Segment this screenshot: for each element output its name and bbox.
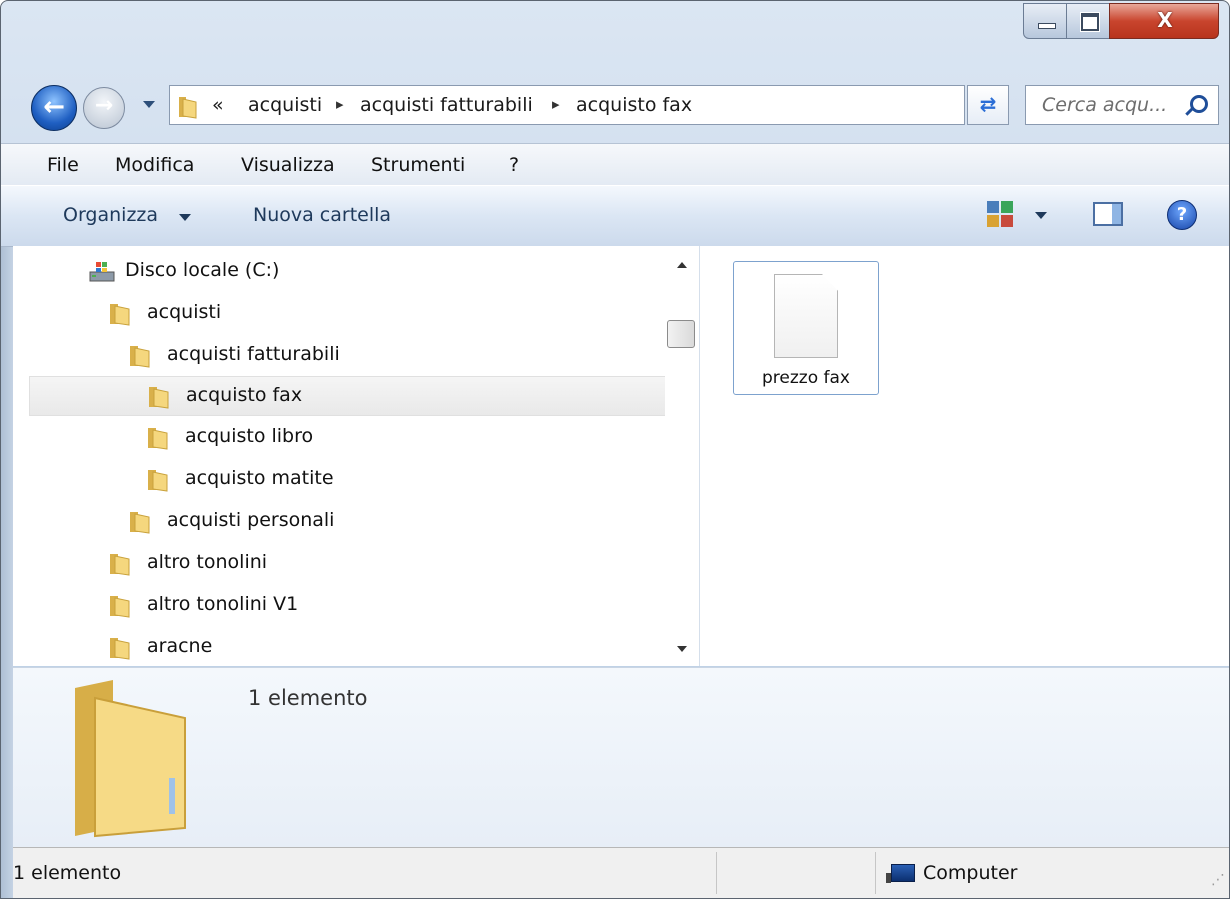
tree-item-acquisto-fax[interactable]: acquisto fax <box>29 376 674 416</box>
tree-item-label: acquisto libro <box>185 425 314 447</box>
help-icon[interactable]: ? <box>1167 200 1197 230</box>
folder-icon <box>148 470 168 492</box>
back-button[interactable]: ← <box>31 85 77 131</box>
search-icon[interactable] <box>1190 95 1208 113</box>
file-name: prezzo fax <box>762 368 850 388</box>
organize-button[interactable]: Organizza <box>63 204 158 226</box>
folder-icon <box>130 512 150 534</box>
status-bar: 1 elemento Computer ⋰ <box>13 847 1229 898</box>
refresh-button[interactable]: ⇄ <box>967 85 1009 125</box>
folder-icon <box>110 596 130 618</box>
close-icon: X <box>1157 8 1173 32</box>
folder-icon <box>110 304 130 326</box>
forward-button[interactable]: → <box>83 87 125 129</box>
file-item-prezzo-fax[interactable]: prezzo fax <box>733 261 879 395</box>
refresh-icon: ⇄ <box>979 92 997 116</box>
crumb-acquisti[interactable]: acquisti <box>248 94 322 116</box>
search-box[interactable]: Cerca acqu... <box>1025 85 1219 125</box>
title-bar[interactable]: X ← → « acquisti ▸ acquisti fatturabili … <box>1 1 1229 131</box>
tree-item-acquisti-personali[interactable]: acquisti personali <box>29 502 674 542</box>
tree-item-acquisti-fatturabili[interactable]: acquisti fatturabili <box>29 336 674 376</box>
status-item-count: 1 elemento <box>13 862 122 884</box>
tree-item-acquisti[interactable]: acquisti <box>29 294 674 334</box>
tree-item-label: Disco locale (C:) <box>125 259 280 281</box>
tree-item-acquisto-libro[interactable]: acquisto libro <box>29 418 674 458</box>
file-list-pane[interactable]: prezzo fax <box>700 246 1229 666</box>
folder-icon <box>130 346 150 368</box>
window-frame <box>1 143 13 898</box>
crumb-separator[interactable]: ▸ <box>552 95 560 113</box>
menu-modifica[interactable]: Modifica <box>115 154 194 176</box>
crumb-acquisto-fax[interactable]: acquisto fax <box>576 94 692 116</box>
tree-item-label: acquisti <box>147 301 222 323</box>
tree-item-label: acquisto fax <box>186 384 303 406</box>
explorer-window: X ← → « acquisti ▸ acquisti fatturabili … <box>0 0 1230 899</box>
tree-item-label: acquisti fatturabili <box>167 343 340 365</box>
tree-item-altro-tonolini-v1[interactable]: altro tonolini V1 <box>29 586 674 626</box>
menu-help[interactable]: ? <box>509 154 519 176</box>
address-bar[interactable]: « acquisti ▸ acquisti fatturabili ▸ acqu… <box>169 85 1116 125</box>
tree-item-altro-tonolini[interactable]: altro tonolini <box>29 544 674 584</box>
menu-visualizza[interactable]: Visualizza <box>241 154 335 176</box>
view-dropdown-icon[interactable] <box>1035 212 1047 219</box>
tree-item-label: acquisto matite <box>185 467 334 489</box>
maximize-button[interactable] <box>1066 3 1110 39</box>
crumb-separator[interactable]: ▸ <box>336 95 344 113</box>
minimize-icon <box>1038 23 1056 29</box>
new-folder-button[interactable]: Nuova cartella <box>253 204 391 226</box>
computer-icon <box>886 864 915 883</box>
scroll-down-icon[interactable] <box>677 646 687 652</box>
address-overflow[interactable]: « <box>212 94 224 116</box>
folder-icon <box>110 554 130 576</box>
folder-icon <box>148 428 168 450</box>
maximize-icon <box>1081 13 1099 31</box>
scroll-thumb[interactable] <box>667 320 695 348</box>
tree-item-label: altro tonolini <box>147 551 268 573</box>
tree-item-label: altro tonolini V1 <box>147 593 299 615</box>
folder-icon <box>179 97 197 119</box>
minimize-button[interactable] <box>1023 3 1067 39</box>
recent-pages-dropdown[interactable] <box>143 101 155 108</box>
drive-icon <box>89 262 115 282</box>
change-view-icon[interactable] <box>987 201 1013 227</box>
status-divider <box>716 852 717 894</box>
menu-strumenti[interactable]: Strumenti <box>371 154 465 176</box>
organize-dropdown-icon[interactable] <box>179 214 191 221</box>
folder-icon <box>149 387 169 409</box>
folder-icon <box>110 638 130 660</box>
scroll-up-icon[interactable] <box>677 262 687 268</box>
item-count: 1 elemento <box>248 686 368 710</box>
back-arrow-icon: ← <box>43 92 65 122</box>
menu-file[interactable]: File <box>47 154 79 176</box>
tree-item-label: aracne <box>147 635 213 657</box>
tree-item-aracne[interactable]: aracne <box>29 628 674 668</box>
large-folder-icon <box>75 680 186 838</box>
preview-pane-icon[interactable] <box>1093 202 1123 226</box>
close-button[interactable]: X <box>1109 3 1219 39</box>
tree-item-acquisto-matite[interactable]: acquisto matite <box>29 460 674 500</box>
navigation-scrollbar[interactable] <box>665 246 699 666</box>
forward-arrow-icon: → <box>94 93 114 118</box>
status-divider <box>875 852 876 894</box>
navigation-pane: Disco locale (C:) acquisti acquisti fatt… <box>13 246 700 666</box>
crumb-acquisti-fatturabili[interactable]: acquisti fatturabili <box>360 94 533 116</box>
details-pane: 1 elemento <box>13 667 1229 848</box>
resize-grip-icon[interactable]: ⋰ <box>1211 872 1225 888</box>
tree-item-label: acquisti personali <box>167 509 335 531</box>
search-placeholder: Cerca acqu... <box>1042 94 1168 116</box>
status-location: Computer <box>923 862 1018 884</box>
document-icon <box>774 274 838 358</box>
tree-item-disco-locale[interactable]: Disco locale (C:) <box>29 252 674 292</box>
menu-bar: File Modifica Visualizza Strumenti ? <box>1 143 1229 186</box>
